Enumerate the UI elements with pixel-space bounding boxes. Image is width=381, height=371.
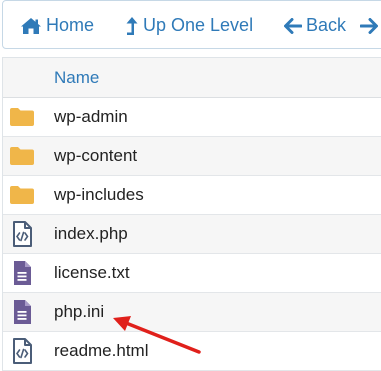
file-table: Name wp-admin wp-content wp-includes ind… bbox=[2, 57, 381, 371]
code-file-icon bbox=[9, 221, 35, 247]
home-icon bbox=[20, 17, 42, 35]
toolbar: Home Up One Level Back bbox=[2, 0, 381, 49]
file-name: readme.html bbox=[54, 341, 149, 360]
table-header: Name bbox=[3, 58, 381, 98]
up-one-level-label: Up One Level bbox=[143, 15, 254, 35]
table-row[interactable]: license.txt bbox=[3, 254, 381, 293]
folder-icon bbox=[9, 104, 35, 130]
file-name: php.ini bbox=[54, 302, 105, 321]
folder-icon bbox=[9, 182, 35, 208]
column-header-name[interactable]: Name bbox=[54, 68, 99, 88]
table-row[interactable]: wp-includes bbox=[3, 176, 381, 215]
back-label: Back bbox=[306, 15, 347, 35]
table-row[interactable]: readme.html bbox=[3, 332, 381, 371]
table-row[interactable]: wp-content bbox=[3, 137, 381, 176]
file-name: license.txt bbox=[54, 263, 130, 282]
home-button[interactable]: Home bbox=[20, 1, 94, 50]
file-name: index.php bbox=[54, 224, 128, 243]
code-file-icon bbox=[9, 338, 35, 364]
file-name: wp-content bbox=[54, 146, 138, 165]
file-name: wp-includes bbox=[54, 185, 144, 204]
arrow-left-icon bbox=[284, 17, 302, 34]
text-file-icon bbox=[9, 299, 35, 325]
folder-icon bbox=[9, 143, 35, 169]
forward-button[interactable] bbox=[360, 1, 378, 50]
back-button[interactable]: Back bbox=[284, 1, 346, 50]
file-manager: Home Up One Level Back Name wp-admin wp-… bbox=[0, 0, 381, 371]
table-row[interactable]: index.php bbox=[3, 215, 381, 254]
arrow-right-icon bbox=[360, 17, 378, 34]
file-name: wp-admin bbox=[54, 107, 128, 126]
table-row[interactable]: wp-admin bbox=[3, 98, 381, 137]
level-up-icon bbox=[125, 16, 139, 36]
home-label: Home bbox=[46, 15, 95, 35]
table-row[interactable]: php.ini bbox=[3, 293, 381, 332]
up-one-level-button[interactable]: Up One Level bbox=[125, 1, 253, 50]
text-file-icon bbox=[9, 260, 35, 286]
